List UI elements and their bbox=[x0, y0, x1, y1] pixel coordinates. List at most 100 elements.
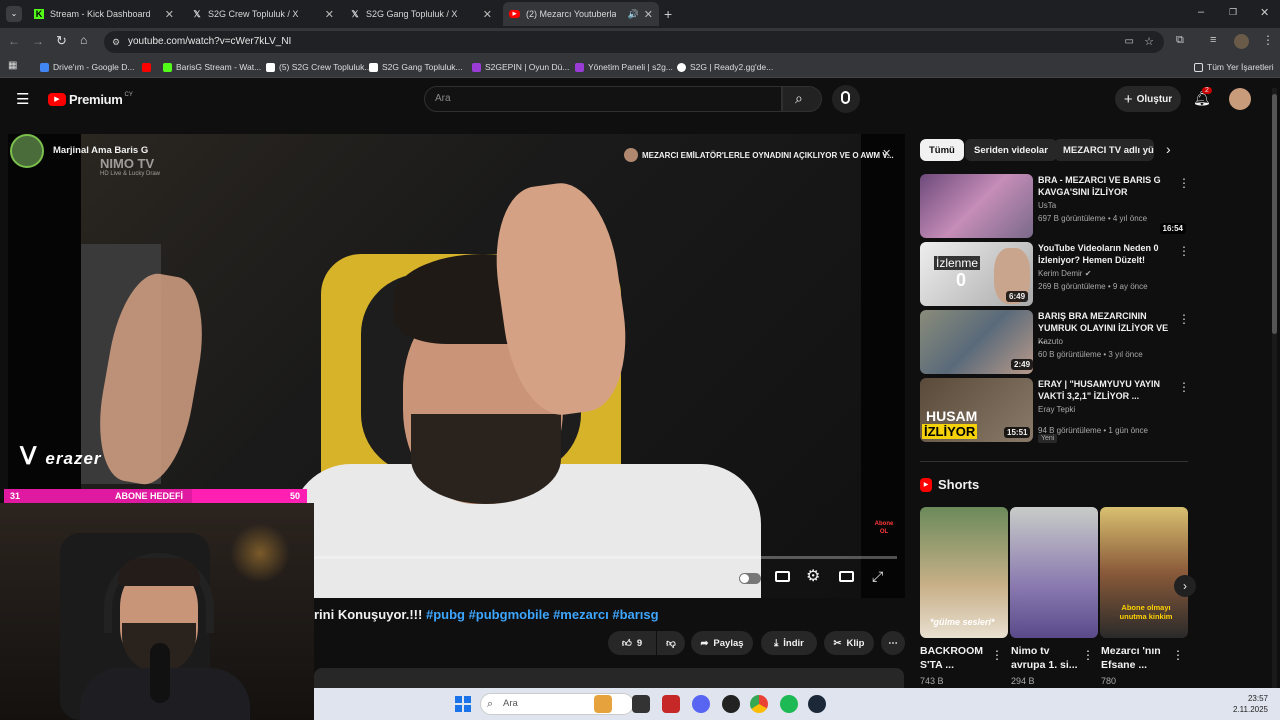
account-avatar[interactable] bbox=[1229, 88, 1251, 110]
tab-list-dropdown[interactable]: ⌄ bbox=[6, 6, 22, 22]
chip-all[interactable]: Tümü bbox=[920, 139, 964, 161]
bookmark-barisg-stream[interactable]: BarisG Stream - Wat... bbox=[163, 60, 261, 74]
more-actions-button[interactable]: ⋯ bbox=[881, 631, 905, 655]
file-explorer-icon[interactable] bbox=[632, 695, 650, 713]
more-vert-icon[interactable]: ⋮ bbox=[1082, 648, 1094, 662]
settings-gear-icon[interactable]: ⚙ bbox=[806, 566, 820, 586]
bookmark-ready2gg[interactable]: S2G | Ready2.gg'de... bbox=[677, 60, 773, 74]
back-icon[interactable]: ← bbox=[8, 34, 20, 48]
tab-youtube-active[interactable]: ▶ (2) Mezarcı Youtuberlar Hak 🔊 ✕ bbox=[503, 2, 659, 26]
subtitles-icon[interactable] bbox=[775, 571, 790, 582]
chip-series[interactable]: Seriden videolar bbox=[965, 139, 1057, 161]
search-button[interactable]: ⌕ bbox=[782, 86, 822, 112]
download-button[interactable]: ⤓ İndir bbox=[761, 631, 817, 655]
chevron-right-icon[interactable]: › bbox=[1166, 141, 1171, 157]
profile-avatar[interactable] bbox=[1234, 34, 1249, 49]
fullscreen-icon[interactable]: ⤢ bbox=[872, 568, 883, 585]
progress-bar[interactable] bbox=[314, 556, 897, 559]
bookmark-s2g-crew[interactable]: (5) S2G Crew Topluluk... bbox=[266, 60, 371, 74]
tab-s2g-crew[interactable]: 𝕏 S2G Crew Topluluk / X ✕ bbox=[186, 2, 340, 26]
rec-video-2[interactable]: İzlenme 0 6:49 YouTube Videoların Neden … bbox=[920, 242, 1190, 306]
minimize-button[interactable]: – bbox=[1198, 6, 1204, 18]
bookmark-yonetim[interactable]: Yönetim Paneli | s2g... bbox=[575, 60, 673, 74]
close-icon[interactable]: ✕ bbox=[325, 8, 334, 21]
all-bookmarks[interactable]: Tüm Yer İşaretleri bbox=[1194, 60, 1274, 74]
close-icon[interactable]: ✕ bbox=[165, 8, 174, 21]
extensions-icon[interactable]: ⧉ bbox=[1176, 34, 1184, 47]
miniplayer-icon[interactable] bbox=[839, 571, 854, 582]
short-2[interactable] bbox=[1010, 507, 1098, 638]
apps-icon[interactable]: ▦ bbox=[8, 60, 17, 71]
more-vert-icon[interactable]: ⋮ bbox=[991, 648, 1003, 662]
autoplay-toggle[interactable] bbox=[739, 573, 761, 584]
bookmark-star-icon[interactable]: ☆ bbox=[1144, 31, 1154, 53]
start-icon[interactable] bbox=[455, 696, 471, 712]
spotify-icon[interactable] bbox=[780, 695, 798, 713]
more-vert-icon[interactable]: ⋮ bbox=[1178, 380, 1190, 394]
chip-channel[interactable]: MEZARCI TV adlı yükl bbox=[1054, 139, 1154, 161]
chrome-icon[interactable] bbox=[750, 695, 768, 713]
share-button[interactable]: ➦ Paylaş bbox=[691, 631, 753, 655]
news-app-icon[interactable] bbox=[662, 695, 680, 713]
menu-icon[interactable]: ☰ bbox=[16, 90, 29, 108]
bookmark-drive[interactable]: Drive'ım - Google D... bbox=[40, 60, 134, 74]
more-vert-icon[interactable]: ⋮ bbox=[1172, 648, 1184, 662]
rec-channel[interactable]: Eray Tepki bbox=[1038, 405, 1075, 414]
create-button[interactable]: + Oluştur bbox=[1115, 86, 1181, 112]
dislike-button[interactable]: 👎︎ bbox=[657, 631, 685, 655]
close-icon[interactable]: ✕ bbox=[644, 8, 653, 21]
more-vert-icon[interactable]: ⋮ bbox=[1178, 312, 1190, 326]
mic-button[interactable] bbox=[832, 85, 860, 113]
page-scrollbar[interactable] bbox=[1272, 88, 1277, 688]
restore-button[interactable]: ❐ bbox=[1229, 7, 1237, 18]
more-vert-icon[interactable]: ⋮ bbox=[1178, 244, 1190, 258]
speaker-icon[interactable]: 🔊 bbox=[628, 9, 639, 20]
forward-icon[interactable]: → bbox=[32, 34, 44, 48]
channel-avatar[interactable] bbox=[10, 134, 44, 168]
info-card[interactable]: MEZARCI EMİLATÖR'LERLE OYNADINI AÇIKLIYO… bbox=[624, 148, 894, 162]
tab-kick-dashboard[interactable]: K Stream - Kick Dashboard ✕ bbox=[28, 2, 180, 26]
reading-list-icon[interactable]: ≡ bbox=[1210, 34, 1216, 46]
address-bar[interactable]: ⚙ youtube.com/watch?v=cWer7kLV_NI ▭ ☆ bbox=[104, 31, 1164, 53]
window-close-button[interactable]: ✕ bbox=[1260, 6, 1269, 19]
streamer-name: Marjinal Ama Baris G bbox=[53, 145, 149, 156]
browser-menu-icon[interactable]: ⋮ bbox=[1262, 33, 1274, 47]
close-icon[interactable]: ✕ bbox=[483, 8, 492, 21]
rec-meta: 60 B görüntüleme • 3 yıl önce bbox=[1038, 350, 1143, 359]
scrollbar-thumb[interactable] bbox=[1272, 94, 1277, 334]
hashtag-links[interactable]: #pubg #pubgmobile #mezarcı #barısg bbox=[426, 607, 659, 622]
rec-channel[interactable]: UsTa bbox=[1038, 201, 1056, 210]
search-input[interactable]: Ara bbox=[424, 86, 782, 112]
bookmark-s2g-gang[interactable]: S2G Gang Topluluk... bbox=[369, 60, 463, 74]
description-box[interactable] bbox=[314, 668, 904, 688]
short-3[interactable]: Abone olmayı unutma kinkim bbox=[1100, 507, 1188, 638]
new-tab-button[interactable]: + bbox=[664, 6, 672, 22]
reload-icon[interactable]: ↻ bbox=[56, 33, 67, 49]
system-clock[interactable]: 23:57 2.11.2025 bbox=[1233, 693, 1268, 715]
shorts-next-button[interactable]: › bbox=[1174, 575, 1196, 597]
home-icon[interactable]: ⌂ bbox=[80, 33, 87, 47]
rec-channel[interactable]: Kazuto bbox=[1038, 337, 1063, 346]
rec-video-3[interactable]: 2:49 BARIŞ BRA MEZARCININ YUMRUK OLAYINI… bbox=[920, 310, 1190, 374]
more-vert-icon[interactable]: ⋮ bbox=[1178, 176, 1190, 190]
site-info-icon[interactable]: ⚙ bbox=[112, 31, 120, 53]
steam-icon[interactable] bbox=[808, 695, 826, 713]
tab-s2g-gang[interactable]: 𝕏 S2G Gang Topluluk / X ✕ bbox=[344, 2, 498, 26]
clip-button[interactable]: ✂ Klip bbox=[824, 631, 874, 655]
discord-icon[interactable] bbox=[692, 695, 710, 713]
cast-icon[interactable]: ▭ bbox=[1125, 31, 1134, 53]
streamer-beard bbox=[411, 414, 561, 504]
close-icon[interactable]: ✕ bbox=[882, 147, 891, 160]
rec-video-4[interactable]: HUSAM İZLİYOR 15:51 ERAY | "HUSAMYUYU YA… bbox=[920, 378, 1190, 443]
new-badge: Yeni bbox=[1038, 434, 1058, 443]
like-button[interactable]: 👍︎ 9 bbox=[608, 631, 656, 655]
taskview-icon[interactable] bbox=[594, 695, 612, 713]
notifications-button[interactable]: 🔔︎ 2 bbox=[1193, 87, 1212, 108]
short-1[interactable]: *gülme sesleri* bbox=[920, 507, 1008, 638]
rec-video-1[interactable]: 16:54 BRA - MEZARCI VE BARIS G KAVGA'SIN… bbox=[920, 174, 1190, 238]
youtube-logo[interactable]: ▶ Premium CY bbox=[48, 92, 133, 107]
bookmark-s2gepin[interactable]: S2GEPIN | Oyun Dü... bbox=[472, 60, 569, 74]
bookmark-youtube[interactable] bbox=[142, 60, 155, 74]
rec-channel[interactable]: Kerim Demir ✔ bbox=[1038, 269, 1091, 278]
obs-icon[interactable] bbox=[722, 695, 740, 713]
